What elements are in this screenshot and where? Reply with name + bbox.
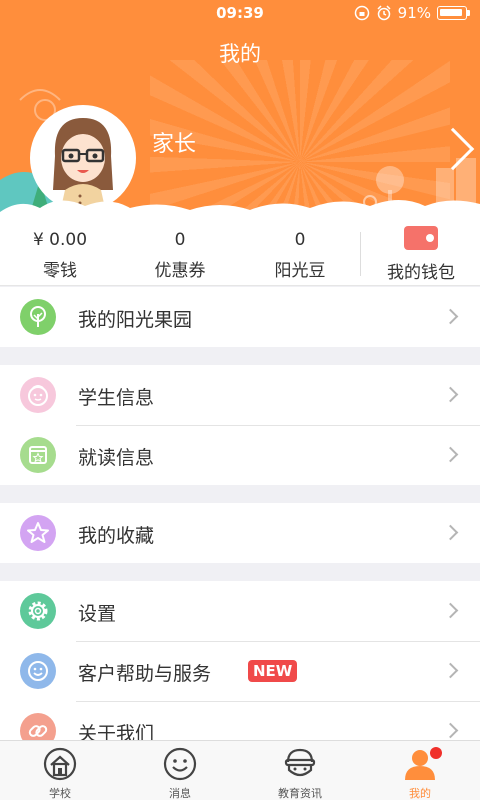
tab-label-mine: 我的 — [409, 787, 431, 800]
menu-group-settings: 设置 客户帮助与服务 NEW 关于我们 — [0, 581, 480, 761]
status-bar: 09:39 91% — [0, 0, 480, 26]
tab-label-messages: 消息 — [169, 787, 191, 800]
menu-item-help[interactable]: 客户帮助与服务 NEW — [0, 641, 480, 701]
beans-label: 阳光豆 — [274, 261, 326, 281]
wallet-summary: ¥ 0.00 零钱 0 优惠券 0 阳光豆 我的钱包 — [0, 222, 480, 286]
gear-icon — [20, 593, 56, 629]
chevron-right-icon — [442, 524, 459, 541]
menu-item-settings[interactable]: 设置 — [0, 581, 480, 641]
wallet-balance[interactable]: ¥ 0.00 零钱 — [0, 230, 120, 281]
tab-label-education-news: 教育资讯 — [278, 787, 322, 800]
profile-header: 09:39 91% 我的 家长 — [0, 0, 480, 222]
menu-label-enrollment-info: 就读信息 — [78, 447, 155, 469]
wallet-icon — [404, 226, 438, 250]
chevron-right-icon — [442, 662, 459, 679]
chevron-right-icon — [442, 386, 459, 403]
smile-icon — [20, 653, 56, 689]
menu-group-orchard: 我的阳光果园 — [0, 287, 480, 347]
username[interactable]: 家长 — [152, 126, 196, 158]
star-icon — [20, 515, 56, 551]
wallet-coupons[interactable]: 0 优惠券 — [120, 230, 240, 281]
wallet-sunshine-beans[interactable]: 0 阳光豆 — [240, 230, 360, 281]
coupons-value: 0 — [174, 230, 186, 250]
menu-item-enrollment-info[interactable]: 就读信息 — [0, 425, 480, 485]
school-icon — [43, 747, 77, 781]
alarm-icon — [377, 5, 391, 21]
chevron-right-icon — [442, 722, 459, 739]
menu-group-student: 学生信息 就读信息 — [0, 365, 480, 485]
new-badge: NEW — [248, 660, 298, 682]
my-wallet-button[interactable]: 我的钱包 — [362, 226, 480, 283]
balance-value: ¥ 0.00 — [32, 230, 88, 250]
menu-item-student-info[interactable]: 学生信息 — [0, 365, 480, 425]
balance-label: 零钱 — [43, 261, 77, 281]
calendar-star-icon — [20, 437, 56, 473]
menu-label-orchard: 我的阳光果园 — [78, 309, 193, 331]
menu-label-student-info: 学生信息 — [78, 387, 155, 409]
tab-mine[interactable]: 我的 — [360, 741, 480, 800]
menu-label-favorites: 我的收藏 — [78, 525, 155, 547]
page-title: 我的 — [219, 42, 261, 66]
notification-dot — [430, 747, 442, 759]
battery-icon — [437, 6, 470, 20]
my-wallet-label: 我的钱包 — [387, 263, 455, 283]
status-right: 91% — [354, 4, 470, 22]
beans-value: 0 — [294, 230, 306, 250]
message-icon — [163, 747, 197, 781]
tab-label-school: 学校 — [49, 787, 71, 800]
tab-school[interactable]: 学校 — [0, 741, 120, 800]
news-icon — [284, 748, 316, 777]
chevron-right-icon — [442, 308, 459, 325]
menu-group-favorites: 我的收藏 — [0, 503, 480, 563]
chevron-right-icon — [442, 602, 459, 619]
chevron-right-icon — [442, 446, 459, 463]
menu-label-settings: 设置 — [78, 603, 117, 625]
wallet-divider — [360, 232, 361, 276]
clouds-decoration — [0, 200, 480, 222]
tab-education-news[interactable]: 教育资讯 — [240, 741, 360, 800]
menu-label-help: 客户帮助与服务 — [78, 663, 212, 685]
menu-item-favorites[interactable]: 我的收藏 — [0, 503, 480, 563]
face-icon — [20, 377, 56, 413]
coupons-label: 优惠券 — [154, 261, 206, 281]
battery-percent: 91% — [397, 4, 431, 22]
menu-item-orchard[interactable]: 我的阳光果园 — [0, 287, 480, 347]
tree-icon — [20, 299, 56, 335]
tab-messages[interactable]: 消息 — [120, 741, 240, 800]
rotation-lock-icon — [354, 5, 369, 21]
bottom-tab-bar: 学校 消息 教育资讯 我的 — [0, 740, 480, 800]
